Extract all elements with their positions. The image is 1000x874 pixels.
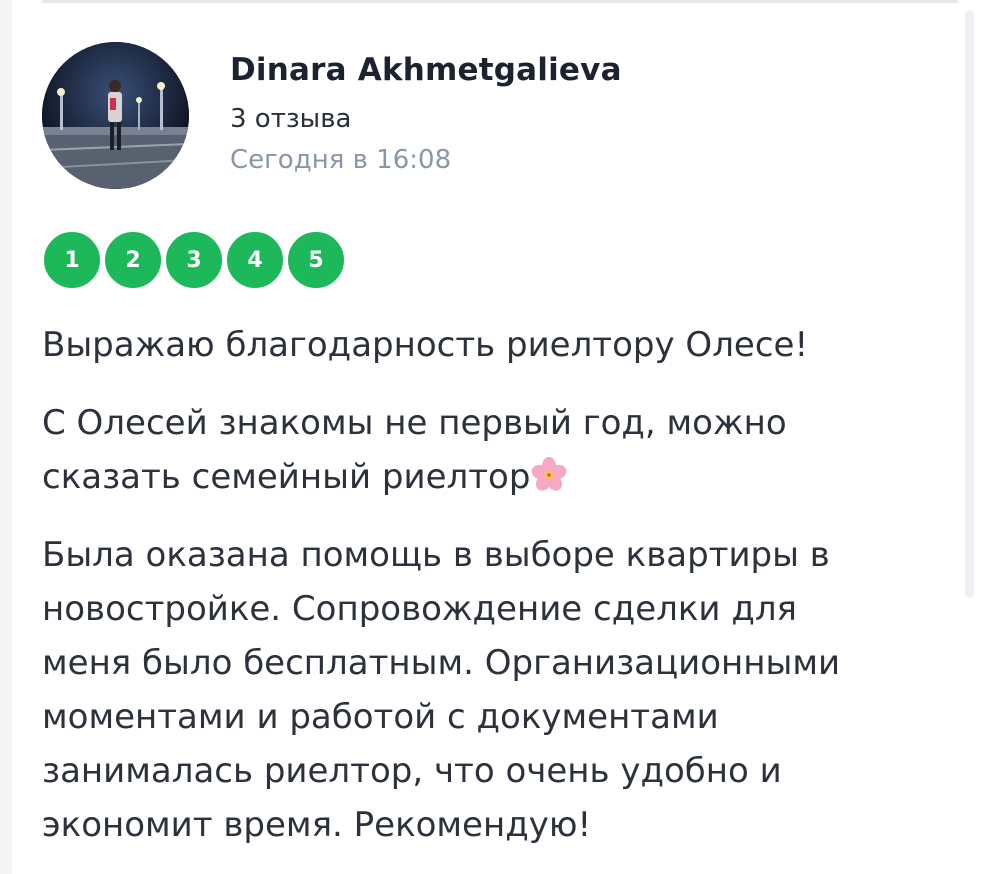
review-paragraph-3-line-6: экономит время. Рекомендую! <box>42 805 592 845</box>
review-card: Dinara Akhmetgalieva 3 отзыва Сегодня в … <box>0 0 1000 874</box>
review-paragraph-3-line-4: моментами и работой с документами <box>42 697 719 737</box>
rating-dot-5: 5 <box>286 230 346 290</box>
review-paragraph-3: Была оказана помощь в выборе квартиры в … <box>42 528 942 852</box>
cherry-blossom-icon <box>530 456 568 494</box>
avatar-photo <box>42 42 189 189</box>
rating-dot-3: 3 <box>164 230 224 290</box>
review-paragraph-1: Выражаю благодарность риелтору Олесе! <box>42 325 809 365</box>
review-text: Выражаю благодарность риелтору Олесе! С … <box>42 318 942 874</box>
review-paragraph-3-line-2: новостройке. Сопровождение сделки для <box>42 589 798 629</box>
rating-dot-4: 4 <box>225 230 285 290</box>
scrollbar[interactable] <box>965 10 974 598</box>
review-paragraph-3-line-3: меня было бесплатным. Организационными <box>42 643 841 683</box>
review-count[interactable]: 3 отзыва <box>230 104 351 134</box>
top-divider <box>42 0 958 3</box>
rating: 1 2 3 4 5 <box>42 230 347 290</box>
review-paragraph-2-line-2: сказать семейный риелтор <box>42 457 531 497</box>
review-paragraph-2-line-1: С Олесей знакомы не первый год, можно <box>42 403 787 443</box>
avatar[interactable] <box>42 42 189 189</box>
author-name[interactable]: Dinara Akhmetgalieva <box>230 52 622 88</box>
review-paragraph-3-line-5: занималась риелтор, что очень удобно и <box>42 751 782 791</box>
review-paragraph-3-line-1: Была оказана помощь в выборе квартиры в <box>42 535 830 575</box>
rating-dot-1: 1 <box>42 230 102 290</box>
review-date: Сегодня в 16:08 <box>230 145 452 175</box>
left-edge <box>0 0 12 874</box>
review-paragraph-2: С Олесей знакомы не первый год, можно ск… <box>42 396 942 504</box>
rating-dot-2: 2 <box>103 230 163 290</box>
